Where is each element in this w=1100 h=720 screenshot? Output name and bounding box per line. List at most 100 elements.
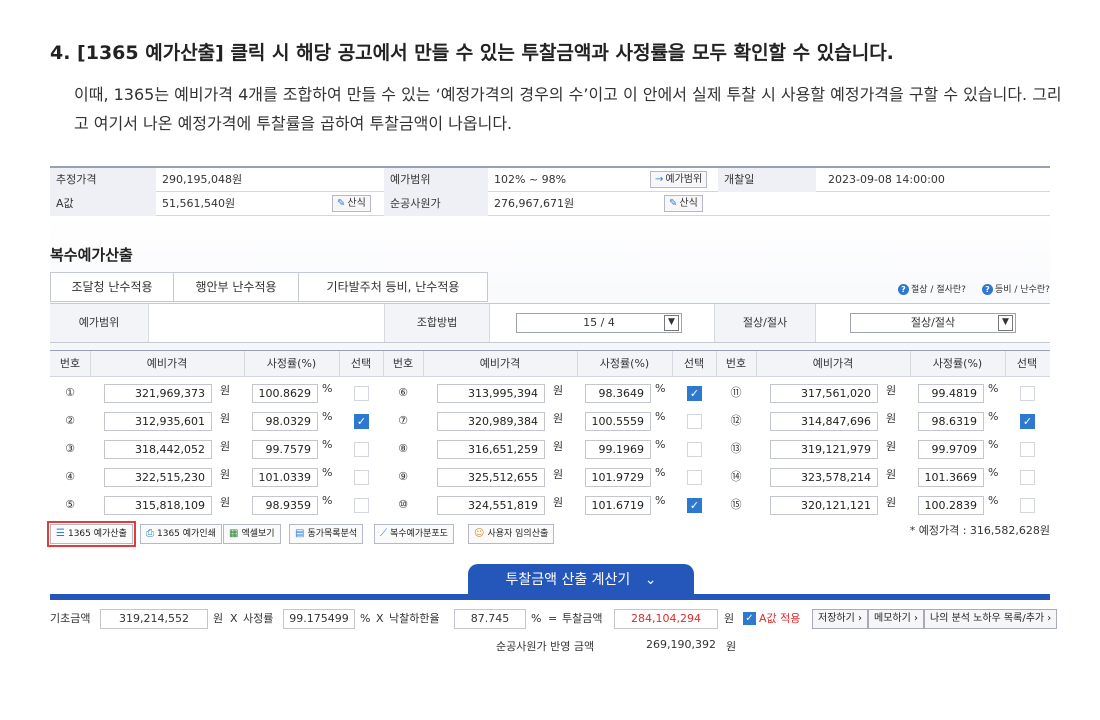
price-input[interactable]: 320,121,121 — [770, 496, 878, 515]
price-range-button[interactable]: → 예가범위 — [650, 171, 708, 188]
rate-input[interactable]: 101.6719 — [585, 496, 651, 515]
select-checkbox[interactable]: ✓ — [687, 386, 702, 401]
rate-input[interactable]: 101.3669 — [918, 468, 984, 487]
a-value-label: A값 — [50, 192, 156, 216]
select-checkbox[interactable] — [1020, 470, 1035, 485]
help-equal-link[interactable]: ? 등비 / 난수란? — [982, 282, 1050, 295]
price-range-label: 예가범위 — [384, 168, 488, 192]
grid-header-price: 예비가격 — [146, 357, 188, 370]
select-checkbox[interactable]: ✓ — [687, 498, 702, 513]
price-input[interactable]: 316,651,259 — [437, 440, 545, 459]
won-unit: 원 — [886, 440, 897, 453]
rate-input[interactable]: 101.0339 — [252, 468, 318, 487]
price-input[interactable]: 324,551,819 — [437, 496, 545, 515]
price-number: ⑪ — [730, 386, 742, 399]
arrow-icon: → — [655, 174, 664, 185]
price-input[interactable]: 318,442,052 — [104, 440, 212, 459]
select-checkbox[interactable] — [1020, 498, 1035, 513]
a-formula-button[interactable]: ✎ 산식 — [332, 195, 371, 212]
rate-input[interactable]: 100.2839 — [918, 496, 984, 515]
tab-mois[interactable]: 행안부 난수적용 — [173, 272, 299, 302]
help-cut-link[interactable]: ? 절상 / 절사란? — [898, 282, 966, 295]
excel-view-button[interactable]: ▦ 엑셀보기 — [223, 524, 281, 544]
rate-input[interactable]: 99.1969 — [585, 440, 651, 459]
price-number: ⑮ — [730, 498, 742, 511]
rate-input[interactable]: 101.9729 — [585, 468, 651, 487]
price-input[interactable]: 320,989,384 — [437, 412, 545, 431]
chevron-down-icon: ▼ — [664, 315, 679, 331]
percent-unit: % — [655, 438, 666, 451]
rate-input[interactable]: 98.6319 — [918, 412, 984, 431]
rate-input[interactable]: 99.4819 — [918, 384, 984, 403]
select-checkbox[interactable] — [354, 470, 369, 485]
rate-input[interactable]: 98.9359 — [252, 496, 318, 515]
formula-row: 기초금액 319,214,552 원 X 사정률 99.175499 % X 낙… — [50, 609, 1058, 631]
rate-input[interactable]: 99.7579 — [252, 440, 318, 459]
my-analysis-button[interactable]: 나의 분석 노하우 목록/추가 › — [924, 609, 1058, 629]
reflect-label: 순공사원가 반영 금액 — [496, 640, 595, 653]
price-input[interactable]: 321,969,373 — [104, 384, 212, 403]
rate-input[interactable]: 99.9709 — [918, 440, 984, 459]
select-checkbox[interactable] — [354, 442, 369, 457]
grid-header-sel: 선택 — [683, 357, 705, 370]
select-checkbox[interactable] — [687, 414, 702, 429]
price-input[interactable]: 323,578,214 — [770, 468, 878, 487]
percent-unit: % — [655, 410, 666, 423]
won-unit: 원 — [220, 412, 231, 425]
won-unit: 원 — [220, 440, 231, 453]
price-input[interactable]: 313,995,394 — [437, 384, 545, 403]
a-apply-checkbox[interactable]: ✓ — [743, 612, 756, 625]
print-1365-button[interactable]: ⎙ 1365 예가인쇄 — [140, 524, 222, 544]
price-input[interactable]: 312,935,601 — [104, 412, 212, 431]
select-checkbox[interactable]: ✓ — [1020, 414, 1035, 429]
won-unit: 원 — [220, 468, 231, 481]
rate-input[interactable]: 100.5559 — [585, 412, 651, 431]
price-input[interactable]: 317,561,020 — [770, 384, 878, 403]
price-number: ⑦ — [398, 414, 408, 427]
bid-calculator-toggle[interactable]: 투찰금액 산출 계산기 ⌄ — [468, 564, 694, 596]
net-cost-formula-button[interactable]: ✎ 산식 — [664, 195, 703, 212]
rate-input[interactable]: 100.8629 — [252, 384, 318, 403]
memo-button[interactable]: 메모하기 › — [868, 609, 924, 629]
price-number: ⑥ — [398, 386, 408, 399]
save-button[interactable]: 저장하기 › — [812, 609, 868, 629]
price-input[interactable]: 325,512,655 — [437, 468, 545, 487]
select-checkbox[interactable] — [687, 442, 702, 457]
bid-amount-input[interactable]: 284,104,294 — [614, 609, 718, 629]
pencil-icon: ✎ — [669, 198, 678, 209]
rate-input[interactable]: 98.0329 — [252, 412, 318, 431]
select-checkbox[interactable] — [354, 386, 369, 401]
rate-input[interactable]: 98.3649 — [585, 384, 651, 403]
select-checkbox[interactable] — [687, 470, 702, 485]
open-date-label: 개찰일 — [718, 168, 816, 192]
price-input[interactable]: 314,847,696 — [770, 412, 878, 431]
range-label: 예가범위 — [50, 304, 148, 342]
round-select[interactable]: 절상/절삭 ▼ — [850, 313, 1016, 333]
calc-1365-button[interactable]: ☰ 1365 예가산출 — [47, 521, 136, 547]
price-number: ⑫ — [730, 414, 742, 427]
combo-select[interactable]: 15 / 4 ▼ — [516, 313, 682, 333]
percent-unit: % — [322, 410, 333, 423]
percent-unit: % — [988, 410, 999, 423]
base-input[interactable]: 319,214,552 — [100, 609, 208, 629]
select-checkbox[interactable]: ✓ — [354, 414, 369, 429]
distribution-button[interactable]: ⟋ 복수예가분포도 — [374, 524, 454, 544]
select-checkbox[interactable] — [354, 498, 369, 513]
percent-unit: % — [655, 382, 666, 395]
rate-input[interactable]: 99.175499 — [283, 609, 355, 629]
tab-pps[interactable]: 조달청 난수적용 — [50, 272, 174, 302]
lower-rate-input[interactable]: 87.745 — [454, 609, 526, 629]
excel-icon: ▦ — [229, 528, 239, 539]
tie-list-button[interactable]: ▤ 동가목록분석 — [289, 524, 364, 544]
select-checkbox[interactable] — [1020, 386, 1035, 401]
price-input[interactable]: 322,515,230 — [104, 468, 212, 487]
grid-header-price: 예비가격 — [479, 357, 521, 370]
won-unit: 원 — [220, 384, 231, 397]
won-unit: 원 — [553, 468, 564, 481]
tab-other[interactable]: 기타발주처 등비, 난수적용 — [298, 272, 488, 302]
select-checkbox[interactable] — [1020, 442, 1035, 457]
user-calc-button[interactable]: ☺ 사용자 임의산출 — [468, 524, 555, 544]
price-input[interactable]: 315,818,109 — [104, 496, 212, 515]
price-input[interactable]: 319,121,979 — [770, 440, 878, 459]
open-date-value: 2023-09-08 14:00:00 — [828, 173, 945, 186]
